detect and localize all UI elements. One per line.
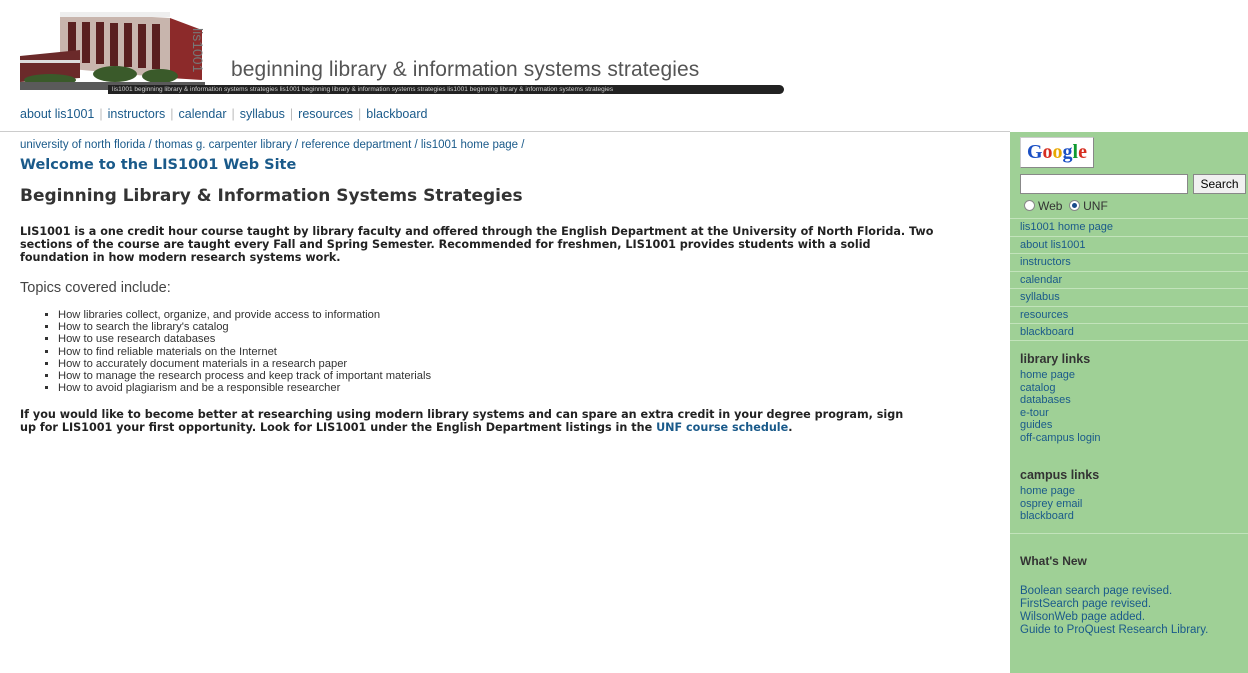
- list-item: How to manage the research process and k…: [58, 370, 990, 382]
- breadcrumb-library[interactable]: thomas g. carpenter library: [155, 139, 292, 151]
- closing-period: .: [788, 421, 793, 435]
- library-link-offcampus[interactable]: off-campus login: [1020, 432, 1101, 445]
- topnav-about[interactable]: about lis1001: [20, 107, 94, 121]
- site-title: beginning library & information systems …: [231, 58, 700, 81]
- top-navigation: about lis1001 | instructors | calendar | sylla…: [20, 107, 427, 121]
- google-letter: g: [1062, 141, 1073, 163]
- library-link-etour[interactable]: e-tour: [1020, 407, 1101, 420]
- topnav-separator: |: [231, 107, 235, 121]
- radio-web-label: Web: [1038, 199, 1063, 213]
- news-item[interactable]: FirstSearch page revised.: [1020, 598, 1208, 611]
- library-link-guides[interactable]: guides: [1020, 419, 1101, 432]
- news-item[interactable]: Guide to ProQuest Research Library.: [1020, 624, 1208, 637]
- closing-paragraph: If you would like to become better at re…: [20, 408, 920, 434]
- sidebar-item-syllabus[interactable]: syllabus: [1010, 288, 1248, 306]
- search-button[interactable]: Search: [1193, 174, 1246, 194]
- whats-new-section: What's New: [1010, 554, 1087, 568]
- welcome-heading: Welcome to the LIS1001 Web Site: [20, 157, 297, 173]
- library-link-home[interactable]: home page: [1020, 369, 1101, 382]
- list-item: How to accurately document materials in …: [58, 358, 990, 370]
- topnav-calendar[interactable]: calendar: [179, 107, 227, 121]
- topnav-separator: |: [289, 107, 294, 121]
- google-logo: Google: [1020, 137, 1094, 168]
- sidebar-item-blackboard[interactable]: blackboard: [1010, 323, 1248, 341]
- breadcrumb: university of north florida / thomas g. …: [20, 139, 990, 151]
- list-item: How to avoid plagiarism and be a respons…: [58, 382, 990, 394]
- main-content: university of north florida / thomas g. …: [20, 139, 990, 434]
- topnav-instructors[interactable]: instructors: [108, 107, 166, 121]
- breadcrumb-separator: /: [414, 139, 418, 151]
- breadcrumb-unf[interactable]: university of north florida: [20, 139, 145, 151]
- breadcrumb-separator: /: [521, 139, 525, 151]
- library-links-section: library links home page catalog database…: [1010, 352, 1101, 445]
- list-item: How to use research databases: [58, 333, 990, 345]
- campus-links-section: campus links home page osprey email blac…: [1010, 468, 1099, 523]
- topnav-separator: |: [99, 107, 103, 121]
- library-building-image: [20, 8, 205, 90]
- sidebar-item-about[interactable]: about lis1001: [1010, 235, 1248, 254]
- google-letter: e: [1078, 141, 1087, 163]
- radio-web[interactable]: [1024, 200, 1035, 211]
- header-divider: [0, 131, 1010, 132]
- google-letter: o: [1042, 141, 1053, 163]
- list-item: How to find reliable materials on the In…: [58, 346, 990, 358]
- library-link-databases[interactable]: databases: [1020, 394, 1101, 407]
- intro-paragraph: LIS1001 is a one credit hour course taug…: [20, 225, 934, 264]
- sidebar-item-resources[interactable]: resources: [1010, 305, 1248, 324]
- radio-unf-label: UNF: [1083, 199, 1108, 213]
- topics-label: Topics covered include:: [20, 280, 171, 296]
- news-item[interactable]: WilsonWeb page added.: [1020, 611, 1208, 624]
- whats-new-list: Boolean search page revised. FirstSearch…: [1020, 585, 1208, 637]
- whats-new-heading: What's New: [1020, 554, 1087, 568]
- sidebar-item-home[interactable]: lis1001 home page: [1010, 218, 1248, 236]
- header-ribbon: lis1001 beginning library & information …: [108, 85, 784, 94]
- campus-links-heading: campus links: [1020, 468, 1100, 482]
- site-header: lis1001 beginning library & information …: [0, 0, 1010, 100]
- sidebar: Google Search Web UNF lis1001 home page …: [1010, 132, 1248, 673]
- topnav-separator: |: [358, 107, 362, 121]
- breadcrumb-separator: /: [148, 139, 152, 151]
- breadcrumb-reference[interactable]: reference department: [301, 139, 411, 151]
- page-title: Beginning Library & Information Systems …: [20, 186, 523, 206]
- campus-link-home[interactable]: home page: [1020, 485, 1099, 498]
- unf-course-schedule-link[interactable]: UNF course schedule: [656, 421, 788, 434]
- sidebar-item-instructors[interactable]: instructors: [1010, 253, 1248, 271]
- google-letter: G: [1026, 141, 1043, 163]
- campus-link-blackboard[interactable]: blackboard: [1020, 510, 1099, 523]
- google-search-input[interactable]: [1020, 174, 1188, 194]
- list-item: How libraries collect, organize, and pro…: [58, 309, 990, 321]
- radio-unf[interactable]: [1069, 200, 1081, 211]
- vertical-course-label: lis1001: [190, 28, 206, 73]
- topnav-syllabus[interactable]: syllabus: [240, 107, 285, 121]
- news-item[interactable]: Boolean search page revised.: [1020, 585, 1208, 598]
- campus-links-list: home page osprey email blackboard: [1010, 485, 1099, 523]
- campus-link-email[interactable]: osprey email: [1020, 498, 1099, 511]
- list-item: How to search the library's catalog: [58, 321, 990, 333]
- topnav-blackboard[interactable]: blackboard: [366, 107, 427, 121]
- topnav-separator: |: [170, 107, 174, 121]
- library-links-heading: library links: [1020, 352, 1091, 366]
- library-link-catalog[interactable]: catalog: [1020, 382, 1101, 395]
- breadcrumb-separator: /: [294, 139, 299, 151]
- library-links-list: home page catalog databases e-tour guide…: [1010, 369, 1101, 445]
- search-scope: Web UNF: [1024, 199, 1108, 213]
- breadcrumb-home[interactable]: lis1001 home page: [421, 139, 518, 151]
- sidebar-item-calendar[interactable]: calendar: [1010, 270, 1248, 289]
- google-letter: o: [1052, 141, 1063, 163]
- sidebar-divider: [1010, 533, 1248, 534]
- topic-list: How libraries collect, organize, and pro…: [20, 309, 990, 394]
- sidebar-navigation: lis1001 home page about lis1001 instruct…: [1010, 218, 1248, 341]
- topnav-resources[interactable]: resources: [298, 107, 353, 121]
